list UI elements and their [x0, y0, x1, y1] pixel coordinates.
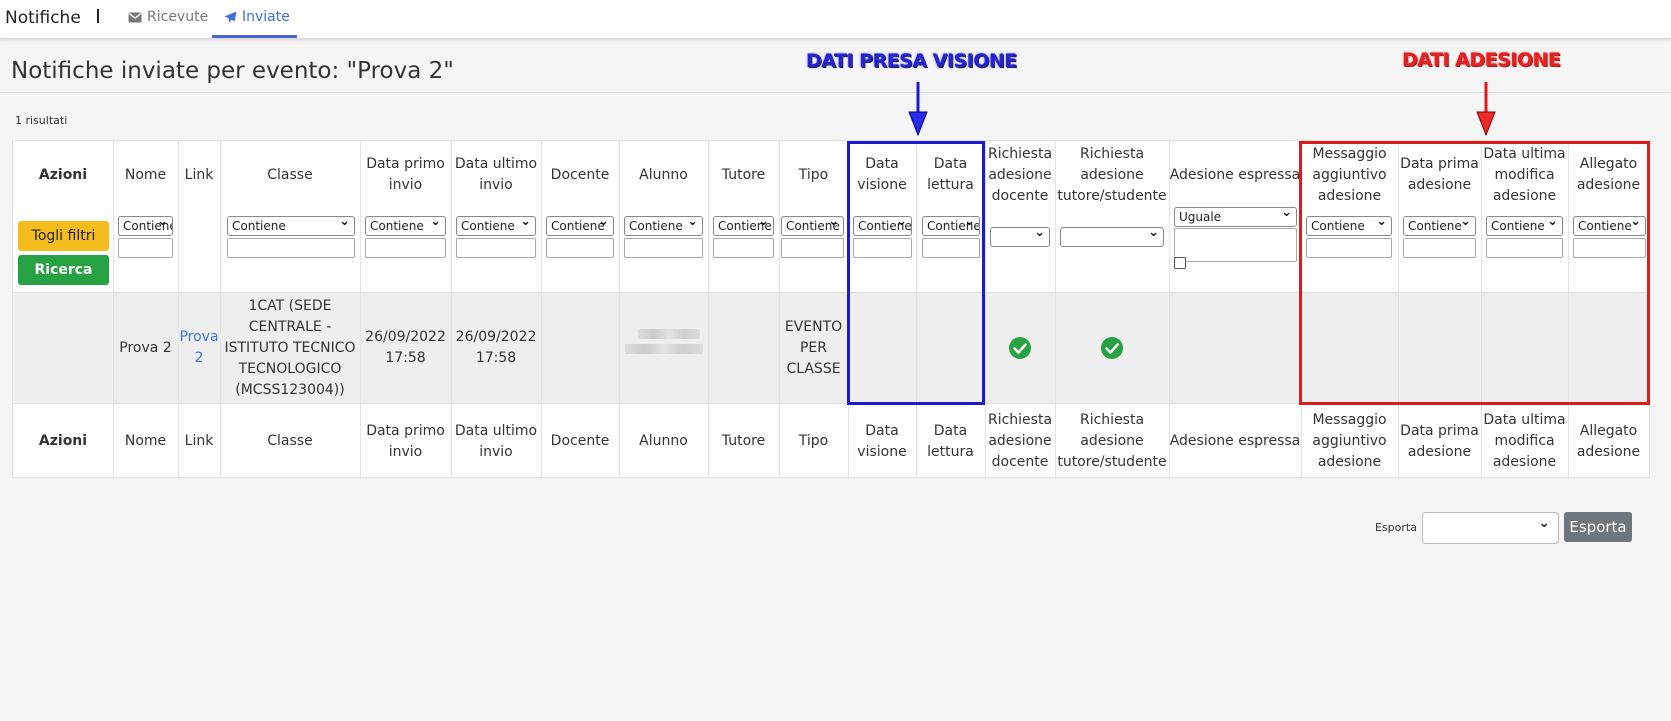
- filter-data-primo-invio-input[interactable]: [365, 238, 446, 258]
- footer-col-alunno: Alunno: [639, 433, 688, 449]
- row-classe: 1CAT (SEDE CENTRALE - ISTITUTO TECNICO T…: [224, 297, 356, 398]
- export-format-select[interactable]: [1422, 512, 1559, 544]
- tab-inviate-label: Inviate: [242, 9, 290, 25]
- row-link[interactable]: Prova 2: [178, 293, 220, 403]
- envelope-icon: [128, 12, 142, 22]
- col-tutore[interactable]: Tutore: [708, 141, 779, 209]
- footer-col-data-visione: Data visione: [857, 422, 907, 460]
- export-label: Esporta: [1375, 521, 1417, 534]
- check-circle-icon: [1009, 337, 1031, 359]
- filter-data-ultimo-invio-select[interactable]: Contiene: [456, 216, 536, 236]
- tab-inviate[interactable]: Inviate: [224, 9, 290, 25]
- row-nome: Prova 2: [119, 339, 172, 356]
- footer-col-data-primo-invio: Data primo invio: [366, 422, 445, 460]
- footer-col-link: Link: [184, 433, 214, 449]
- col-data-ultimo-invio[interactable]: Data ultimo invio: [451, 141, 541, 209]
- footer-col-allegato-adesione: Allegato adesione: [1576, 422, 1641, 460]
- footer-col-data-ultima-modifica: Data ultima modifica adesione: [1483, 412, 1566, 470]
- col-azioni: Azioni: [38, 166, 88, 183]
- paper-plane-icon: [224, 11, 237, 23]
- filter-adesione-espressa-checkbox[interactable]: [1174, 257, 1186, 269]
- footer-col-classe: Classe: [267, 433, 313, 449]
- red-arrow-icon: [1476, 82, 1496, 136]
- filter-alunno-select[interactable]: Contiene: [624, 216, 703, 236]
- footer-col-data-ultimo-invio: Data ultimo invio: [454, 422, 538, 460]
- export-button[interactable]: Esporta: [1564, 512, 1632, 542]
- filter-adesione-espressa-input[interactable]: [1174, 228, 1297, 262]
- filter-tipo-select[interactable]: Contiene: [781, 216, 844, 236]
- title-separator: [97, 9, 99, 23]
- app-title: Notifiche: [5, 8, 81, 28]
- annotation-presa-visione: DATI PRESA VISIONE: [806, 50, 1017, 72]
- annotation-adesione: DATI ADESIONE: [1402, 49, 1561, 71]
- top-navbar: Notifiche Ricevute Inviate: [0, 0, 1671, 39]
- filter-data-ultimo-invio-input[interactable]: [456, 238, 536, 258]
- col-docente[interactable]: Docente: [541, 141, 619, 209]
- footer-col-nome: Nome: [124, 433, 167, 449]
- footer-col-adesione-espressa: Adesione espressa: [1169, 433, 1301, 449]
- tab-ricevute-label: Ricevute: [147, 9, 209, 25]
- filter-data-primo-invio-select[interactable]: Contiene: [365, 216, 446, 236]
- togli-filtri-button[interactable]: Togli filtri: [18, 221, 109, 251]
- col-classe[interactable]: Classe: [220, 141, 360, 209]
- col-data-primo-invio[interactable]: Data primo invio: [360, 141, 451, 209]
- footer-col-tipo: Tipo: [798, 433, 829, 449]
- filter-adesione-espressa-select[interactable]: Uguale: [1174, 207, 1297, 227]
- footer-col-richiesta-tutore: Richiesta adesione tutore/studente: [1057, 412, 1167, 470]
- col-adesione-espressa[interactable]: Adesione espressa: [1169, 141, 1301, 209]
- filter-alunno-input[interactable]: [624, 238, 703, 258]
- filter-classe-select[interactable]: Contiene: [227, 216, 355, 236]
- filter-docente-input[interactable]: [546, 238, 614, 258]
- footer-col-richiesta-docente: Richiesta adesione docente: [987, 412, 1053, 470]
- footer-col-data-prima-adesione: Data prima adesione: [1400, 422, 1479, 460]
- filter-tutore-input[interactable]: [713, 238, 774, 258]
- col-link[interactable]: Link: [178, 141, 220, 209]
- highlight-presa-visione-box: [847, 141, 985, 405]
- filter-tipo-input[interactable]: [781, 238, 844, 258]
- filter-docente-select[interactable]: Contiene: [546, 216, 614, 236]
- row-alunno-redacted-line: [625, 344, 703, 354]
- col-richiesta-tutore[interactable]: Richiesta adesione tutore/studente: [1055, 141, 1169, 209]
- page-title: Notifiche inviate per evento: "Prova 2": [11, 58, 454, 84]
- active-tab-indicator: [212, 35, 297, 38]
- filter-richiesta-tutore-select[interactable]: [1060, 227, 1164, 247]
- ricerca-button[interactable]: Ricerca: [18, 255, 109, 285]
- footer-col-tutore: Tutore: [721, 433, 766, 449]
- footer-col-messaggio-aggiuntivo: Messaggio aggiuntivo adesione: [1312, 412, 1387, 470]
- highlight-adesione-box: [1299, 141, 1650, 405]
- filter-classe-input[interactable]: [227, 238, 355, 258]
- filter-tutore-select[interactable]: Contiene: [713, 216, 774, 236]
- row-alunno-redacted: [638, 329, 700, 339]
- results-count: 1 risultati: [15, 114, 68, 127]
- row-tipo: EVENTO PER CLASSE: [784, 318, 843, 377]
- footer-col-azioni: Azioni: [38, 433, 88, 449]
- filter-richiesta-docente-select[interactable]: [990, 227, 1050, 247]
- check-circle-icon: [1101, 337, 1123, 359]
- footer-col-docente: Docente: [550, 433, 610, 449]
- col-tipo[interactable]: Tipo: [779, 141, 848, 209]
- tab-ricevute[interactable]: Ricevute: [128, 9, 208, 25]
- col-nome[interactable]: Nome: [113, 141, 178, 209]
- filter-nome-select[interactable]: Contiene: [118, 216, 173, 236]
- title-divider: [0, 92, 1671, 93]
- row-data-ultimo-invio: 26/09/2022 17:58: [455, 329, 537, 366]
- row-data-primo-invio: 26/09/2022 17:58: [365, 329, 446, 366]
- filter-nome-input[interactable]: [118, 238, 173, 258]
- col-alunno[interactable]: Alunno: [619, 141, 708, 209]
- footer-col-data-lettura: Data lettura: [927, 422, 974, 460]
- col-richiesta-docente[interactable]: Richiesta adesione docente: [985, 141, 1055, 209]
- blue-arrow-icon: [908, 82, 928, 136]
